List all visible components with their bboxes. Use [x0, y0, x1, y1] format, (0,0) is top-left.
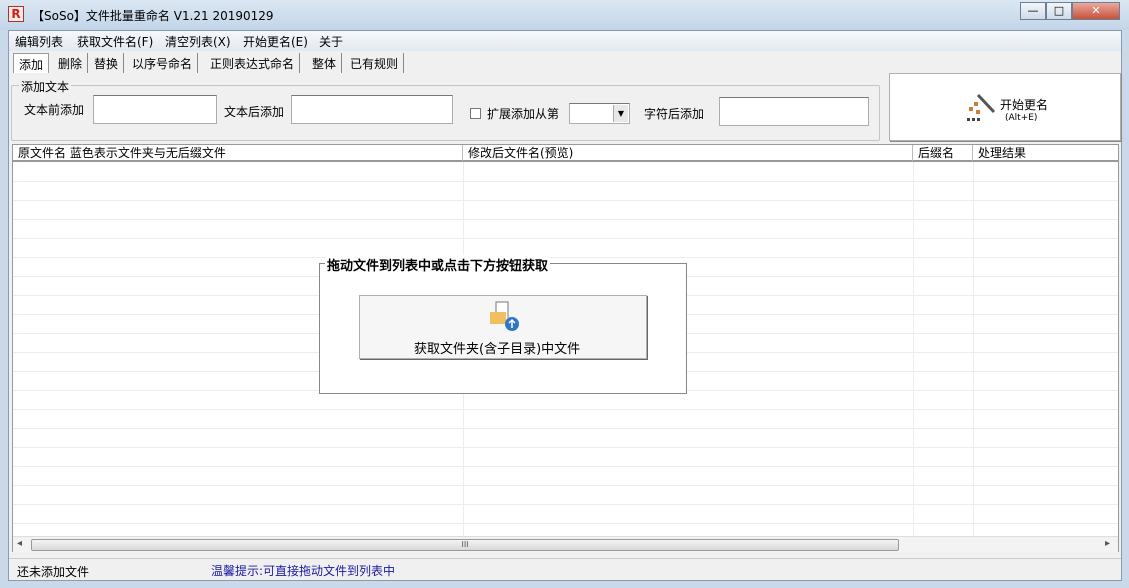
after-char-label: 字符后添加 [644, 107, 705, 121]
menu-edit-list[interactable]: 编辑列表 [15, 33, 63, 50]
status-tip: 温馨提示:可直接拖动文件到列表中 [211, 564, 396, 578]
menu-get-filenames[interactable]: 获取文件名(F) [77, 33, 153, 50]
list-header: 原文件名 蓝色表示文件夹与无后缀文件 修改后文件名(预览) 后缀名 处理结果 [13, 145, 1118, 162]
tab-sequence[interactable]: 以序号命名 [127, 53, 199, 73]
suffix-label: 文本后添加 [224, 105, 285, 119]
grid-line [13, 257, 1118, 258]
drop-hint-title: 拖动文件到列表中或点击下方按钮获取 [325, 255, 551, 274]
get-folder-files-button[interactable]: 获取文件夹(含子目录)中文件 [359, 295, 647, 359]
file-list[interactable]: 原文件名 蓝色表示文件夹与无后缀文件 修改后文件名(预览) 后缀名 处理结果 拖… [12, 144, 1119, 552]
suffix-input[interactable] [291, 95, 453, 124]
grid-line [13, 523, 1118, 524]
scroll-right-arrow-icon[interactable]: ▸ [1105, 538, 1110, 549]
get-folder-files-label: 获取文件夹(含子目录)中文件 [414, 342, 581, 357]
extend-checkbox[interactable] [470, 108, 481, 119]
tab-add[interactable]: 添加 [13, 53, 50, 73]
grid-line [13, 219, 1118, 220]
group-title: 添加文本 [19, 78, 72, 95]
position-select[interactable]: ▼ [569, 103, 630, 124]
grid-line [13, 447, 1118, 448]
grid-line [973, 162, 974, 537]
menu-bar: 编辑列表 获取文件名(F) 清空列表(X) 开始更名(E) 关于 [9, 31, 1121, 51]
grid-line [13, 181, 1118, 182]
title-bar: R 【SoSo】文件批量重命名 V1.21 20190129 — □ ✕ [0, 0, 1129, 30]
app-logo-icon: R [8, 6, 24, 22]
tab-regex[interactable]: 正则表达式命名 [205, 53, 301, 73]
grid-line [13, 485, 1118, 486]
close-button[interactable]: ✕ [1072, 2, 1120, 20]
window-title: 【SoSo】文件批量重命名 V1.21 20190129 [32, 9, 274, 23]
magic-wand-icon [967, 93, 996, 121]
maximize-button[interactable]: □ [1046, 2, 1072, 20]
extend-label: 扩展添加从第 [487, 107, 560, 121]
folder-upload-icon [490, 301, 519, 331]
chevron-down-icon[interactable]: ▼ [613, 105, 628, 122]
start-rename-button[interactable]: 开始更名 (Alt+E) [889, 73, 1121, 141]
grid-line [13, 238, 1118, 239]
grid-line [13, 504, 1118, 505]
prefix-input[interactable] [93, 95, 217, 124]
status-file-count: 还未添加文件 [17, 565, 90, 579]
after-char-input[interactable] [719, 97, 869, 126]
menu-about[interactable]: 关于 [319, 33, 343, 50]
grid-line [13, 428, 1118, 429]
column-original-name[interactable]: 原文件名 蓝色表示文件夹与无后缀文件 [13, 145, 463, 161]
menu-start-rename[interactable]: 开始更名(E) [243, 33, 308, 50]
grid-line [13, 466, 1118, 467]
scroll-left-arrow-icon[interactable]: ◂ [17, 538, 22, 549]
column-result[interactable]: 处理结果 [973, 145, 1118, 161]
tab-delete[interactable]: 删除 [53, 53, 89, 73]
menu-clear-list[interactable]: 清空列表(X) [165, 33, 231, 50]
grid-line [913, 162, 914, 537]
status-bar: 还未添加文件 温馨提示:可直接拖动文件到列表中 [9, 558, 1121, 580]
prefix-label: 文本前添加 [24, 103, 85, 117]
tab-existing-rules[interactable]: 已有规则 [345, 53, 405, 73]
column-new-name[interactable]: 修改后文件名(预览) [463, 145, 913, 161]
main-window: 编辑列表 获取文件名(F) 清空列表(X) 开始更名(E) 关于 添加 删除 替… [8, 30, 1122, 581]
grid-line [13, 409, 1118, 410]
column-extension[interactable]: 后缀名 [913, 145, 973, 161]
tab-whole[interactable]: 整体 [307, 53, 343, 73]
horizontal-scrollbar[interactable]: ◂ III ▸ [13, 536, 1118, 552]
grid-line [13, 200, 1118, 201]
minimize-button[interactable]: — [1020, 2, 1046, 20]
start-rename-shortcut: (Alt+E) [1005, 113, 1038, 123]
tab-replace[interactable]: 替换 [89, 53, 125, 73]
start-rename-label: 开始更名 [1000, 98, 1049, 112]
scrollbar-thumb[interactable]: III [31, 539, 899, 551]
